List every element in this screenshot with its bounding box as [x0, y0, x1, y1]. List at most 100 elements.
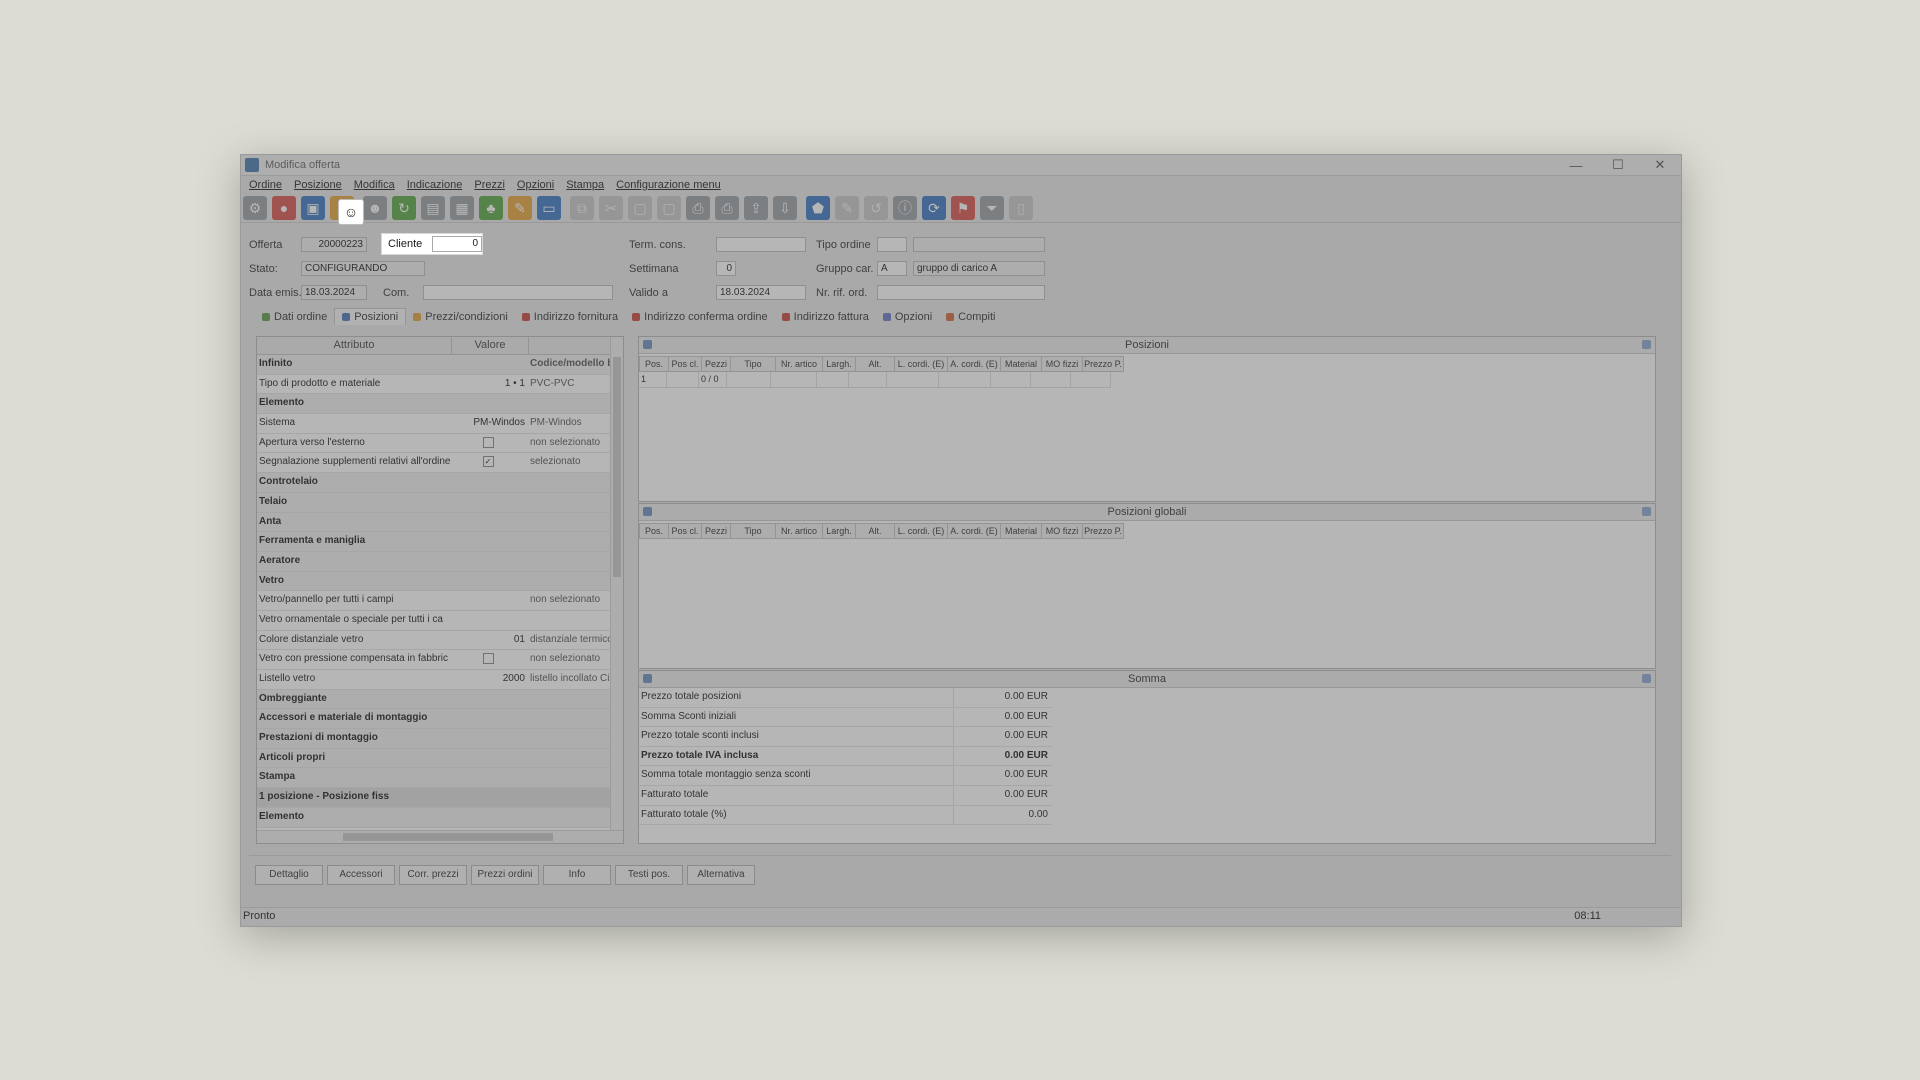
checkbox[interactable]: [482, 436, 494, 448]
list-item[interactable]: Tipo di prodotto e materiale 1 • 1 PVC-PVC: [257, 375, 623, 395]
stop-icon[interactable]: ●: [272, 196, 296, 220]
users-icon[interactable]: ☻: [363, 196, 387, 220]
attribute-value[interactable]: [451, 650, 527, 669]
list-item[interactable]: Listello vetro 2000 listello incollato Ci: [257, 670, 623, 690]
print-preview-icon[interactable]: ⎙: [715, 196, 739, 220]
print-icon[interactable]: ⎙: [686, 196, 710, 220]
description-column-header[interactable]: [529, 337, 611, 354]
column-header[interactable]: Largh.: [823, 356, 856, 372]
attribute-value[interactable]: [451, 572, 527, 591]
column-header[interactable]: MO fizzi: [1042, 523, 1083, 539]
tree-icon[interactable]: ♣: [479, 196, 503, 220]
bottom-button-2[interactable]: Corr. prezzi: [399, 865, 467, 885]
cliente-input[interactable]: 0: [432, 236, 482, 252]
tipo-ordine-field[interactable]: [877, 237, 907, 252]
column-header[interactable]: Largh.: [823, 523, 856, 539]
paste-icon[interactable]: ▢: [628, 196, 652, 220]
bottom-button-4[interactable]: Info: [543, 865, 611, 885]
attribute-value[interactable]: [451, 709, 527, 728]
attribute-value[interactable]: [451, 788, 527, 807]
list-item[interactable]: Vetro ornamentale o speciale per tutti i…: [257, 611, 623, 631]
customer-toolbar-button-highlighted[interactable]: ☺: [338, 199, 364, 225]
shield-icon[interactable]: ⬟: [806, 196, 830, 220]
column-header[interactable]: L. cordi. (E): [895, 356, 948, 372]
tab-0[interactable]: Dati ordine: [255, 308, 334, 325]
stato-field[interactable]: CONFIGURANDO: [301, 261, 425, 276]
collapse-icon[interactable]: [1642, 340, 1651, 349]
attribute-value[interactable]: [451, 729, 527, 748]
list-item[interactable]: Anta: [257, 512, 623, 533]
attribute-value[interactable]: [451, 808, 527, 827]
list-item[interactable]: Infinito Codice/modello base: [257, 355, 623, 375]
attribute-value[interactable]: [451, 552, 527, 571]
attribute-value[interactable]: [451, 355, 527, 374]
list-item[interactable]: Articoli propri: [257, 748, 623, 769]
column-header[interactable]: Pos cl.: [669, 523, 702, 539]
clipboard-icon[interactable]: ▯: [1009, 196, 1033, 220]
column-header[interactable]: Prezzo P.: [1083, 523, 1124, 539]
list-item[interactable]: Aeratore: [257, 551, 623, 572]
term-cons-field[interactable]: [716, 237, 806, 252]
gruppo-field[interactable]: A: [877, 261, 907, 276]
table-row[interactable]: 1 0 / 0: [639, 372, 1655, 388]
refresh-parts-icon[interactable]: ↻: [392, 196, 416, 220]
pen-icon[interactable]: ✎: [508, 196, 532, 220]
column-header[interactable]: Pos.: [639, 356, 669, 372]
offerta-field[interactable]: 20000223: [301, 237, 367, 252]
cut-icon[interactable]: ✂: [599, 196, 623, 220]
tab-5[interactable]: Indirizzo fattura: [775, 308, 876, 325]
column-header[interactable]: Nr. artico: [776, 356, 823, 372]
attribute-value[interactable]: [451, 591, 527, 610]
attribute-value[interactable]: [451, 690, 527, 709]
column-header[interactable]: A. cordi. (E): [948, 523, 1001, 539]
document-icon[interactable]: ▤: [421, 196, 445, 220]
bottom-button-3[interactable]: Prezzi ordini: [471, 865, 539, 885]
list-item[interactable]: Vetro: [257, 571, 623, 592]
list-item[interactable]: Controtelaio: [257, 473, 623, 493]
list-item[interactable]: Elemento: [257, 807, 623, 828]
attribute-value[interactable]: [451, 532, 527, 551]
value-column-header[interactable]: Valore: [452, 337, 529, 354]
minimize-button[interactable]: —: [1555, 158, 1597, 173]
attributes-horizontal-scrollbar[interactable]: [257, 830, 623, 843]
attribute-value[interactable]: 01: [451, 631, 527, 650]
attribute-value[interactable]: [451, 394, 527, 413]
filter-icon[interactable]: ⏷: [980, 196, 1004, 220]
column-header[interactable]: Material: [1001, 523, 1042, 539]
menu-item[interactable]: Modifica: [348, 179, 401, 191]
settimana-field[interactable]: 0: [716, 261, 736, 276]
attribute-value[interactable]: [451, 611, 527, 630]
layout-icon[interactable]: ▦: [450, 196, 474, 220]
bottom-button-0[interactable]: Dettaglio: [255, 865, 323, 885]
column-header[interactable]: Alt.: [856, 356, 895, 372]
list-item[interactable]: Prestazioni di montaggio: [257, 729, 623, 749]
tab-1[interactable]: Posizioni: [334, 308, 407, 325]
list-item[interactable]: Sistema PM-Windos PM-Windos: [257, 414, 623, 434]
column-header[interactable]: MO fizzi: [1042, 356, 1083, 372]
checkbox[interactable]: [482, 653, 494, 665]
column-header[interactable]: Pos cl.: [669, 356, 702, 372]
list-item[interactable]: Ferramenta e maniglia: [257, 532, 623, 552]
column-header[interactable]: L. cordi. (E): [895, 523, 948, 539]
list-item[interactable]: Stampa: [257, 768, 623, 789]
list-item[interactable]: Vetro con pressione compensata in fabbri…: [257, 650, 623, 670]
bottom-button-6[interactable]: Alternativa: [687, 865, 755, 885]
attribute-column-header[interactable]: Attributo: [257, 337, 452, 354]
list-item[interactable]: Apertura verso l'esterno non selezionato: [257, 434, 623, 454]
menu-item[interactable]: Indicazione: [401, 179, 469, 191]
tab-6[interactable]: Opzioni: [876, 308, 939, 325]
sync-icon[interactable]: ⟳: [922, 196, 946, 220]
tab-3[interactable]: Indirizzo fornitura: [515, 308, 625, 325]
edit-disabled-icon[interactable]: ✎: [835, 196, 859, 220]
list-item[interactable]: Telaio: [257, 492, 623, 513]
save-icon[interactable]: ▣: [301, 196, 325, 220]
data-field[interactable]: 18.03.2024: [301, 285, 367, 300]
attribute-value[interactable]: [451, 513, 527, 532]
list-item[interactable]: Segnalazione supplementi relativi all'or…: [257, 453, 623, 474]
paste-special-icon[interactable]: ▢: [657, 196, 681, 220]
attribute-value[interactable]: [451, 473, 527, 492]
list-item[interactable]: Elemento: [257, 394, 623, 415]
close-button[interactable]: ✕: [1639, 157, 1681, 173]
attribute-value[interactable]: [451, 768, 527, 787]
column-header[interactable]: Pezzi: [702, 356, 731, 372]
